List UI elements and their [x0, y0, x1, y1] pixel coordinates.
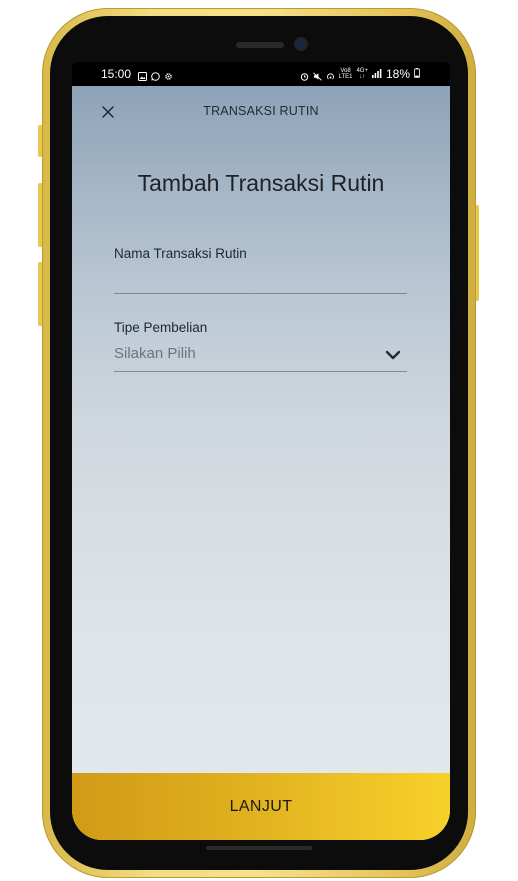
home-indicator — [206, 846, 312, 850]
continue-button[interactable]: LANJUT — [72, 773, 450, 840]
hotspot-icon — [326, 70, 335, 79]
status-left: 15:00 — [101, 67, 173, 81]
continue-button-label: LANJUT — [229, 797, 293, 815]
type-field-label: Tipe Pembelian — [114, 320, 208, 335]
status-time: 15:00 — [101, 67, 132, 81]
front-camera — [296, 39, 306, 49]
purchase-type-value: Silakan Pilih — [114, 345, 196, 362]
app-screen: TRANSAKSI RUTIN Tambah Transaksi Rutin N… — [72, 86, 450, 840]
purchase-type-select[interactable]: Silakan Pilih — [114, 343, 407, 372]
battery-icon — [414, 67, 420, 81]
volte-label-bottom: LTE1 — [338, 74, 353, 80]
phone-screen: 15:00 Vo8 LTE1 4G+ ↓↑ 18% TRANSAKSI RUTI… — [72, 62, 450, 840]
alarm-icon — [300, 70, 309, 81]
page-title: Tambah Transaksi Rutin — [137, 170, 385, 196]
whatsapp-icon — [151, 70, 160, 81]
volte-icon: Vo8 LTE1 — [339, 68, 353, 80]
signal-icon — [371, 67, 382, 81]
name-field-label: Nama Transaksi Rutin — [114, 246, 247, 261]
chevron-down-icon — [385, 350, 401, 360]
network-icon: 4G+ ↓↑ — [356, 68, 368, 80]
earpiece-speaker — [236, 42, 284, 48]
gallery-icon — [138, 70, 148, 81]
status-right: Vo8 LTE1 4G+ ↓↑ 18% — [300, 67, 420, 81]
settings-icon — [164, 70, 173, 80]
mute-icon — [312, 70, 322, 81]
data-arrows-icon: ↓↑ — [359, 74, 366, 80]
battery-percent: 18% — [385, 67, 410, 81]
name-input[interactable] — [114, 267, 407, 294]
header-title: TRANSAKSI RUTIN — [203, 104, 319, 118]
status-bar: 15:00 Vo8 LTE1 4G+ ↓↑ 18% — [72, 62, 450, 86]
